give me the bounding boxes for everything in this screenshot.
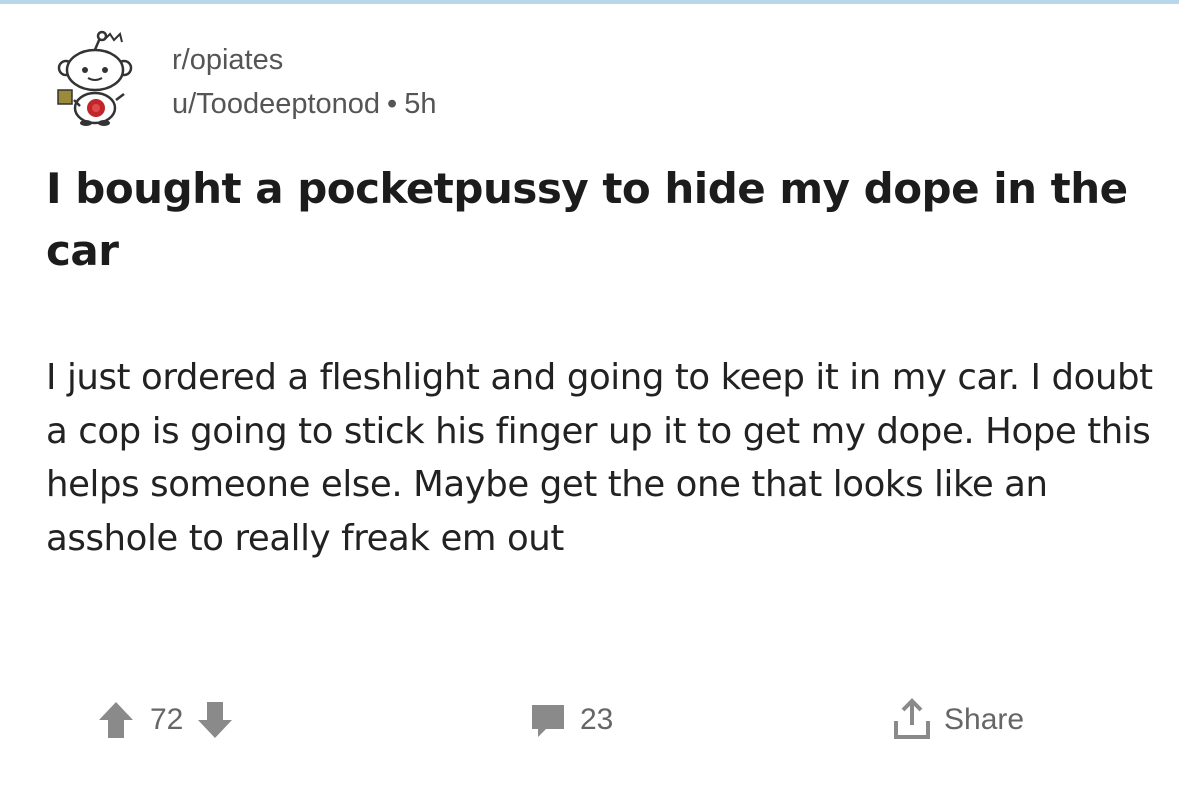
post-body: I just ordered a fleshlight and going to… [46, 357, 1153, 559]
downvote-arrow-icon[interactable] [195, 698, 235, 742]
meta-separator: • [387, 88, 398, 120]
comments-button[interactable]: 23 [528, 690, 625, 750]
share-label: Share [944, 703, 1025, 736]
comment-bubble-icon [528, 699, 568, 741]
post-header: r/opiates u/Toodeeptonod • 5h [52, 26, 752, 126]
post-age: 5h [404, 88, 437, 120]
share-icon [890, 697, 934, 743]
top-accent-strip [0, 0, 1179, 4]
post-title[interactable]: I bought a pocketpussy to hide my dope i… [46, 158, 1146, 282]
author-link[interactable]: u/Toodeeptonod [172, 88, 380, 120]
vote-controls: 72 [96, 690, 235, 750]
upvote-arrow-icon[interactable] [96, 698, 136, 742]
comment-count: 23 [580, 703, 614, 736]
post-action-bar: 72 23 Share [0, 690, 1179, 750]
post-meta: r/opiates u/Toodeeptonod • 5h [172, 38, 436, 126]
snoo-avatar-icon[interactable] [52, 30, 138, 126]
subreddit-link[interactable]: r/opiates [172, 38, 436, 82]
vote-score: 72 [150, 703, 184, 736]
share-button[interactable]: Share [890, 690, 1024, 750]
